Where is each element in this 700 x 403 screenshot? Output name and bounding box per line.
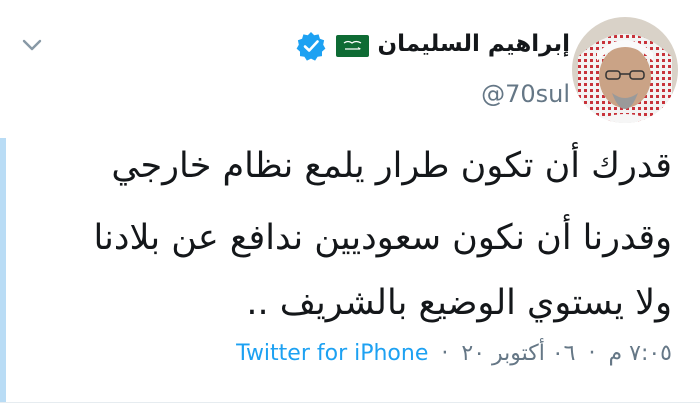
saudi-flag-icon — [336, 35, 369, 57]
chevron-down-icon[interactable] — [22, 38, 42, 52]
meta-separator: · — [441, 341, 449, 366]
display-name[interactable]: إبراهيم السليمان — [378, 31, 570, 57]
tweet-time[interactable]: ٧:٠٥ م — [609, 341, 673, 366]
verified-badge-icon — [296, 32, 326, 61]
tweet-text-line: قدرك أن تكون طرار يلمع نظام خارجي — [111, 146, 672, 186]
tweet-text-line: ولا يستوي الوضيع بالشريف .. — [246, 283, 672, 323]
tweet-meta: ٧:٠٥ م · ٠٦ أكتوبر ٢٠ · Twitter for iPho… — [236, 341, 672, 366]
tweet-text-line: وقدرنا أن نكون سعوديين ندافع عن بلادنا — [93, 218, 672, 258]
tweet-date[interactable]: ٠٦ أكتوبر ٢٠ — [461, 341, 575, 366]
user-handle[interactable]: @70sul — [481, 80, 570, 108]
meta-separator: · — [588, 341, 596, 366]
avatar[interactable] — [572, 17, 678, 123]
thread-accent-bar — [0, 138, 6, 403]
tweet-source-link[interactable]: Twitter for iPhone — [236, 341, 428, 366]
